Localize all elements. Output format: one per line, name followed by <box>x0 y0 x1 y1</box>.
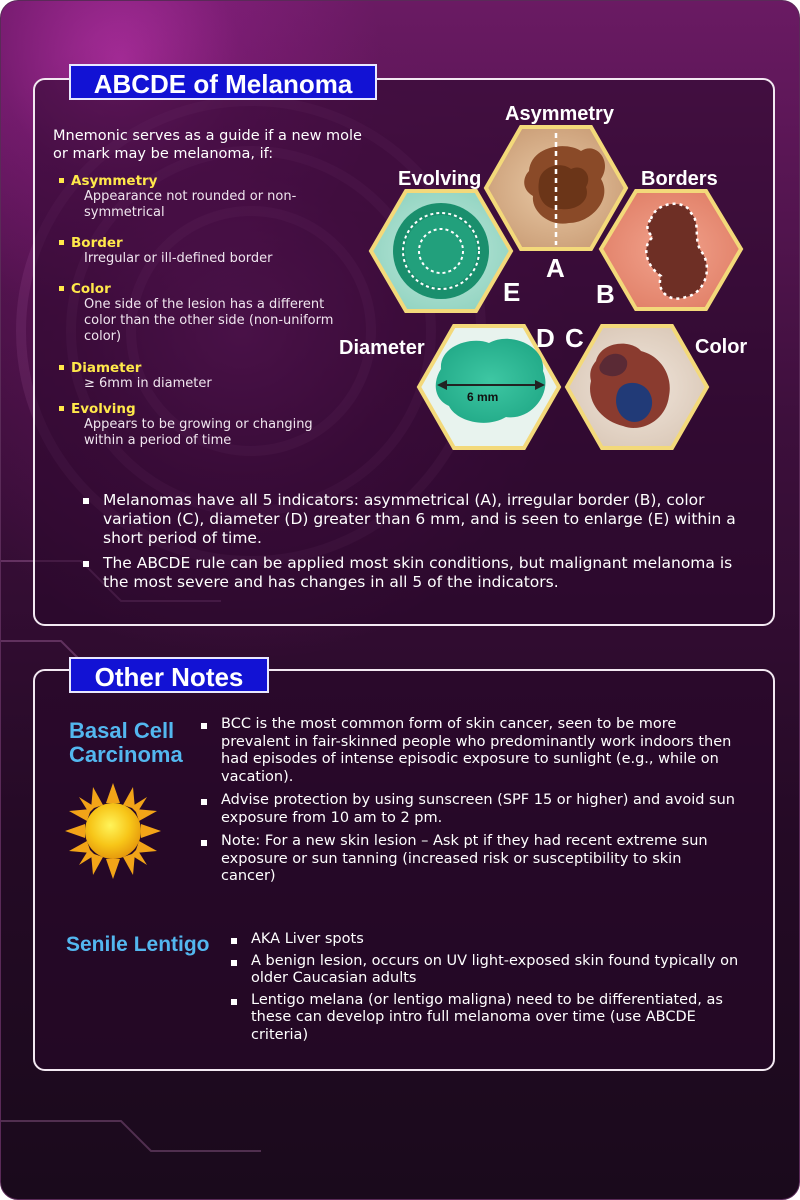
asymmetry-label: Asymmetry <box>505 103 614 125</box>
letter-e: E <box>503 277 521 307</box>
bcc-bullets: BCC is the most common form of skin canc… <box>199 716 739 892</box>
borders-label: Borders <box>641 168 718 190</box>
abcde-bullets: Melanomas have all 5 indicators: asymmet… <box>81 491 741 598</box>
other-notes-title: Other Notes <box>69 657 269 693</box>
list-item: The ABCDE rule can be applied most skin … <box>81 554 741 592</box>
borders-hexagon <box>598 189 744 311</box>
lentigo-bullets: AKA Liver spots A benign lesion, occurs … <box>229 931 749 1048</box>
letter-a: A <box>546 253 565 283</box>
bcc-heading: Basal Cell Carcinoma <box>69 718 183 767</box>
sun-icon <box>65 783 161 879</box>
infographic-page: ABCDE of Melanoma Mnemonic serves as a g… <box>0 0 800 1200</box>
evolving-hexagon <box>368 189 514 313</box>
list-item: Melanomas have all 5 indicators: asymmet… <box>81 491 741 548</box>
list-item: Advise protection by using sunscreen (SP… <box>199 792 739 827</box>
evolving-label: Evolving <box>398 168 482 190</box>
color-label: Color <box>695 336 748 358</box>
list-item: A benign lesion, occurs on UV light-expo… <box>229 953 749 988</box>
diameter-measure: 6 mm <box>467 390 499 404</box>
list-item: Note: For a new skin lesion – Ask pt if … <box>199 833 739 886</box>
color-hexagon <box>564 324 710 450</box>
letter-b: B <box>596 279 615 309</box>
list-item: Lentigo melana (or lentigo maligna) need… <box>229 992 749 1045</box>
letter-d: D <box>536 323 555 353</box>
list-item: BCC is the most common form of skin canc… <box>199 716 739 786</box>
diameter-label: Diameter <box>339 337 425 359</box>
list-item: AKA Liver spots <box>229 931 749 949</box>
asymmetry-hexagon <box>483 125 629 251</box>
lentigo-heading: Senile Lentigo <box>66 933 210 956</box>
letter-c: C <box>565 323 584 353</box>
